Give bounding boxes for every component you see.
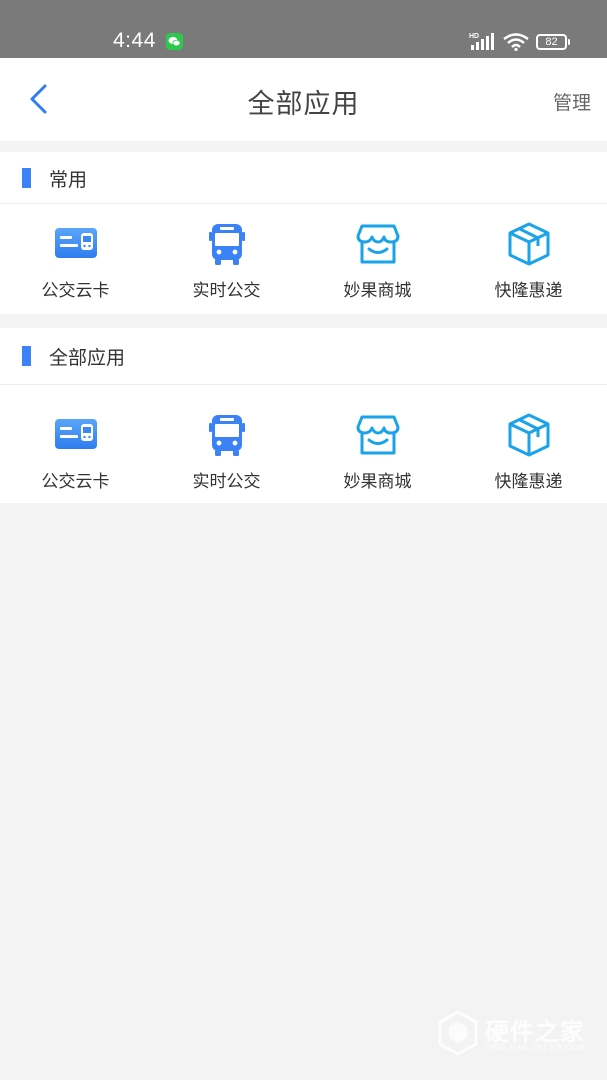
section-accent-bar <box>22 168 31 188</box>
bus-card-icon <box>54 228 97 258</box>
watermark-subtext: YING JIAN ZHI JIA.COM <box>484 1043 586 1052</box>
section-header: 常用 <box>0 152 607 204</box>
bus-icon <box>208 415 245 456</box>
app-label: 实时公交 <box>192 281 261 301</box>
header: 全部应用 管理 <box>0 58 607 141</box>
battery-level: 82 <box>536 34 567 50</box>
section-accent-bar <box>22 346 31 366</box>
watermark: 硬件之家 YING JIAN ZHI JIA.COM <box>437 1008 597 1058</box>
app-label: 公交云卡 <box>41 472 110 492</box>
status-time: 4:44 <box>113 29 156 52</box>
manage-button[interactable]: 管理 <box>553 88 591 115</box>
status-bar: 4:44 HD 82 <box>0 0 607 58</box>
app-bus-card[interactable]: 公交云卡 <box>0 395 151 505</box>
wifi-icon <box>503 33 529 51</box>
app-label: 妙果商城 <box>343 281 412 301</box>
wechat-notification-icon <box>166 33 183 50</box>
app-store[interactable]: 妙果商城 <box>302 395 453 505</box>
section-header: 全部应用 <box>0 328 607 385</box>
section-all-apps: 全部应用 公交云卡 实时公交 妙果商城 快隆惠递 <box>0 328 607 503</box>
section-frequent: 常用 公交云卡 实时公交 妙果商城 快隆惠递 <box>0 152 607 314</box>
battery-indicator: 82 <box>536 34 570 50</box>
bus-icon <box>208 224 245 265</box>
app-express[interactable]: 快隆惠递 <box>453 395 604 505</box>
app-label: 实时公交 <box>192 472 261 492</box>
app-grid: 公交云卡 实时公交 妙果商城 快隆惠递 <box>0 385 607 503</box>
app-label: 公交云卡 <box>41 281 110 301</box>
store-icon <box>356 224 399 264</box>
app-label: 妙果商城 <box>343 472 412 492</box>
app-label: 快隆惠递 <box>494 472 563 492</box>
signal-icon: HD <box>469 33 494 50</box>
page-title: 全部应用 <box>247 89 360 120</box>
store-icon <box>356 415 399 455</box>
section-title: 全部应用 <box>49 347 126 369</box>
app-grid: 公交云卡 实时公交 妙果商城 快隆惠递 <box>0 204 607 314</box>
app-label: 快隆惠递 <box>494 281 563 301</box>
section-title: 常用 <box>49 169 88 191</box>
network-type-label: HD <box>469 33 479 40</box>
watermark-logo-icon <box>438 1010 478 1056</box>
package-icon <box>508 413 549 457</box>
bus-card-icon <box>54 419 97 449</box>
app-realtime-bus[interactable]: 实时公交 <box>151 395 302 505</box>
app-store[interactable]: 妙果商城 <box>302 204 453 314</box>
app-bus-card[interactable]: 公交云卡 <box>0 204 151 314</box>
app-express[interactable]: 快隆惠递 <box>453 204 604 314</box>
app-realtime-bus[interactable]: 实时公交 <box>151 204 302 314</box>
watermark-text: 硬件之家 <box>485 1018 585 1046</box>
package-icon <box>508 222 549 266</box>
